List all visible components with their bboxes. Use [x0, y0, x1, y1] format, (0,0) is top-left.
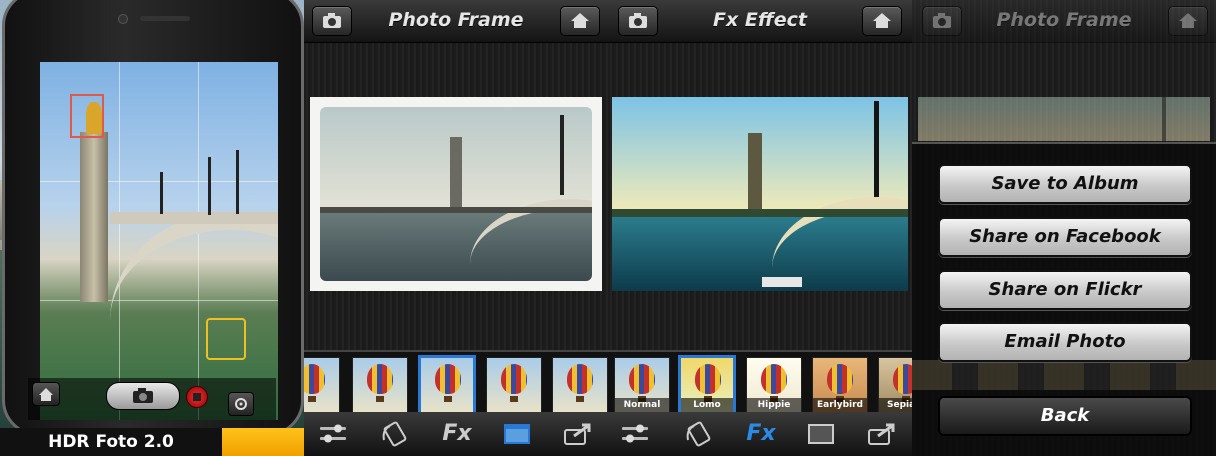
sliders-icon	[622, 424, 648, 443]
filter-strip: Normal Lomo Hippie Earlybird Sepia C	[608, 350, 912, 415]
bridge-pillar	[450, 137, 462, 207]
bridge-deck	[110, 212, 278, 224]
focus-box[interactable]	[70, 94, 104, 138]
rotate-icon	[686, 421, 711, 447]
frame-icon	[504, 424, 530, 444]
fx-button-active[interactable]: Fx	[744, 420, 778, 448]
boat	[762, 277, 802, 287]
home-button[interactable]	[560, 6, 600, 36]
adjust-button[interactable]	[620, 420, 650, 448]
home-icon	[873, 13, 891, 28]
lamp-post	[160, 172, 163, 214]
filter-normal[interactable]: Normal	[614, 357, 670, 413]
fx-effect-panel: Fx Effect Normal Lomo Hippie Earlybird S…	[608, 0, 912, 456]
thumbnail[interactable]	[486, 357, 542, 413]
caption-accent	[222, 428, 304, 456]
lamp-post	[560, 115, 564, 195]
home-icon	[571, 13, 589, 28]
riverbank	[320, 207, 592, 213]
fx-icon: Fx	[442, 421, 472, 446]
home-button[interactable]	[1168, 6, 1208, 36]
top-bar: Fx Effect	[608, 0, 912, 43]
frame-icon	[808, 424, 834, 444]
sliders-icon	[320, 424, 346, 443]
exposure-box[interactable]	[206, 318, 246, 360]
share-icon	[564, 423, 591, 445]
settings-button[interactable]	[228, 392, 254, 416]
share-icon	[868, 423, 895, 445]
home-button[interactable]	[32, 382, 60, 406]
rotate-button[interactable]	[380, 420, 410, 448]
record-icon	[193, 393, 201, 401]
fx-icon: Fx	[746, 421, 776, 446]
lamp-post	[1162, 97, 1166, 141]
dimmed-thumbnails	[912, 360, 1216, 390]
filter-sepia[interactable]: Sepia C	[878, 357, 912, 413]
adjust-button[interactable]	[318, 420, 348, 448]
share-flickr-button[interactable]: Share on Flickr	[938, 270, 1192, 310]
bottom-toolbar: Fx	[304, 412, 608, 456]
camera-viewfinder[interactable]	[40, 62, 278, 420]
settings-icon	[235, 398, 247, 410]
photo-content	[320, 107, 592, 281]
lamp-post	[874, 101, 879, 197]
rotate-icon	[382, 421, 407, 447]
thumbnail[interactable]	[552, 357, 608, 413]
hdr-foto-panel: HDR Foto 2.0	[0, 0, 304, 456]
thumbnail[interactable]	[352, 357, 408, 413]
home-icon	[39, 388, 53, 401]
thumbnail-selected[interactable]	[418, 355, 476, 415]
filter-lomo[interactable]: Lomo	[678, 355, 736, 415]
effect-photo[interactable]	[612, 97, 908, 291]
lamp-post	[236, 150, 239, 214]
riverbank	[612, 209, 908, 217]
top-bar: Photo Frame	[304, 0, 608, 43]
fx-button[interactable]: Fx	[440, 420, 474, 448]
photo-frame-panel: Photo Frame Fx	[304, 0, 608, 456]
share-facebook-button[interactable]: Share on Facebook	[938, 217, 1192, 257]
framed-photo[interactable]	[310, 97, 602, 291]
grid-line	[40, 181, 278, 182]
thumbnail-strip	[304, 350, 608, 415]
camera-icon	[133, 388, 153, 403]
share-panel: Photo Frame Save to Album Share on Faceb…	[912, 0, 1216, 456]
dimmed-photo	[918, 97, 1210, 141]
home-button[interactable]	[862, 6, 902, 36]
shutter-button[interactable]	[106, 382, 180, 410]
bottom-toolbar: Fx	[608, 412, 912, 456]
home-icon	[1179, 13, 1197, 28]
top-bar: Photo Frame	[912, 0, 1216, 43]
share-button[interactable]	[866, 420, 896, 448]
frame-button[interactable]	[806, 420, 836, 448]
rotate-button[interactable]	[684, 420, 714, 448]
record-button[interactable]	[186, 386, 208, 408]
thumbnail[interactable]	[304, 357, 340, 413]
filter-hippie[interactable]: Hippie	[746, 357, 802, 413]
app-caption: HDR Foto 2.0	[48, 432, 174, 452]
email-photo-button[interactable]: Email Photo	[938, 322, 1192, 362]
bridge-pillar	[80, 132, 108, 302]
lamp-post	[208, 157, 211, 215]
phone-camera-lens	[118, 14, 128, 24]
frame-button[interactable]	[502, 420, 532, 448]
back-button[interactable]: Back	[938, 396, 1192, 436]
phone-speaker	[140, 16, 190, 21]
share-button[interactable]	[562, 420, 592, 448]
filter-earlybird[interactable]: Earlybird	[812, 357, 868, 413]
save-to-album-button[interactable]: Save to Album	[938, 164, 1192, 204]
bridge-pillar	[748, 133, 762, 213]
